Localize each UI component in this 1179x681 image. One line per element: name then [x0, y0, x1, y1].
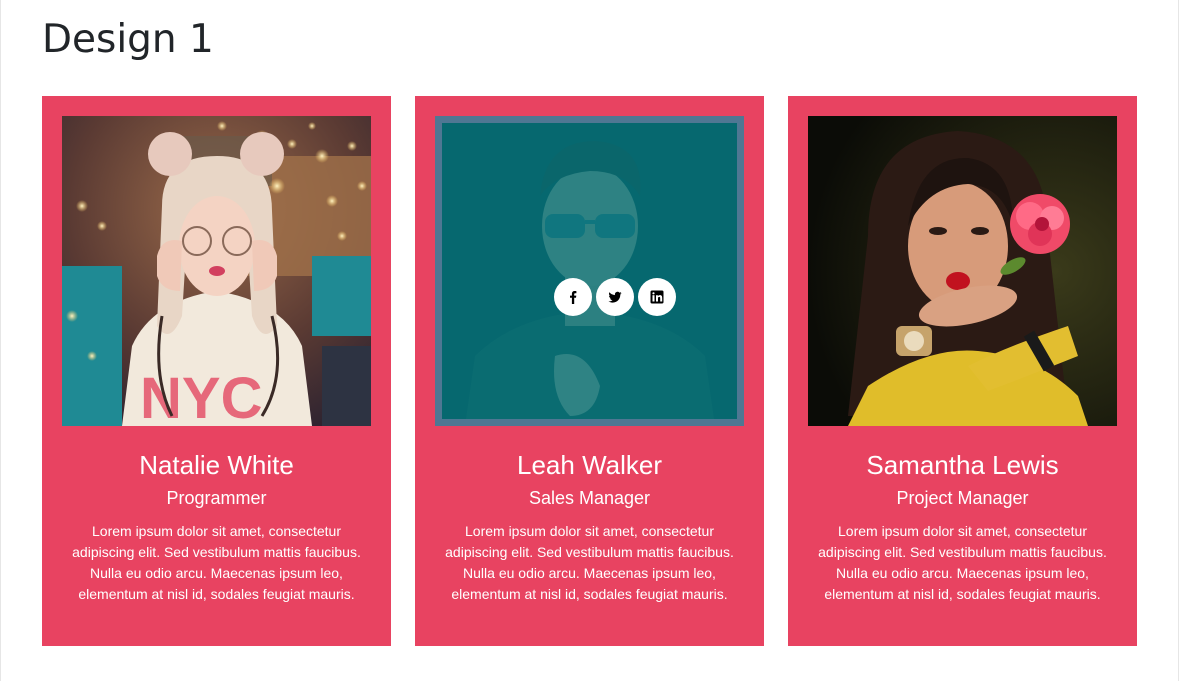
linkedin-link[interactable] — [638, 278, 676, 316]
team-member-bio: Lorem ipsum dolor sit amet, consectetur … — [72, 523, 361, 602]
team-card-grid: NYC Natalie White Programmer Lorem ipsum… — [42, 96, 1137, 646]
team-card[interactable]: NYC Natalie White Programmer Lorem ipsum… — [42, 96, 391, 646]
twitter-icon — [608, 291, 622, 303]
facebook-link[interactable] — [554, 278, 592, 316]
twitter-link[interactable] — [596, 278, 634, 316]
team-member-name: Samantha Lewis — [866, 450, 1059, 480]
social-links — [554, 278, 676, 316]
team-member-photo — [808, 116, 1117, 426]
page-title: Design 1 — [42, 17, 214, 62]
team-member-name: Leah Walker — [517, 450, 662, 480]
team-member-photo: NYC — [62, 116, 371, 426]
team-card[interactable]: Samantha Lewis Project Manager Lorem ips… — [788, 96, 1137, 646]
team-member-bio: Lorem ipsum dolor sit amet, consectetur … — [818, 523, 1107, 602]
team-member-bio: Lorem ipsum dolor sit amet, consectetur … — [445, 523, 734, 602]
hover-overlay — [435, 116, 744, 426]
team-member-name: Natalie White — [139, 450, 294, 480]
svg-text:NYC: NYC — [140, 366, 262, 426]
team-member-role: Programmer — [166, 488, 267, 508]
team-card[interactable]: Leah Walker Sales Manager Lorem ipsum do… — [415, 96, 764, 646]
team-member-role: Project Manager — [896, 488, 1029, 508]
team-member-role: Sales Manager — [528, 488, 651, 508]
portrait-woman-glasses-image: NYC — [62, 116, 371, 426]
facebook-icon — [570, 291, 577, 304]
linkedin-icon — [650, 290, 664, 304]
portrait-woman-flower-image — [808, 116, 1117, 426]
page-border-left — [0, 0, 1, 681]
